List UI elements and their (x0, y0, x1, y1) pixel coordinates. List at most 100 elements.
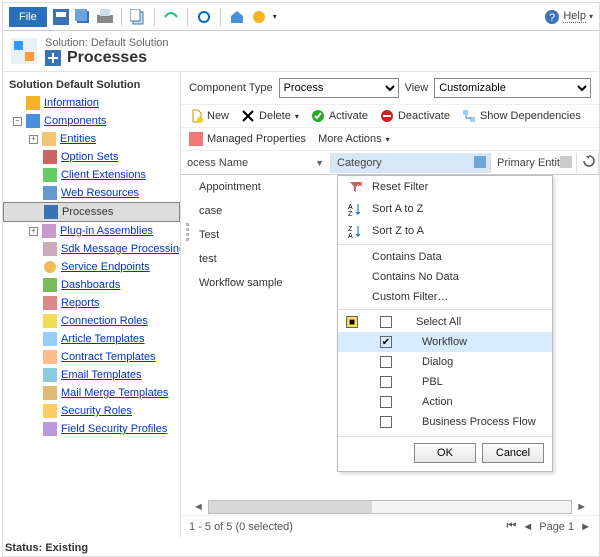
scroll-left-button[interactable]: ◄ (189, 501, 208, 513)
tree-security-roles[interactable]: Security Roles (3, 402, 180, 420)
filter-active-icon (474, 156, 486, 168)
filter-opt-bpf[interactable]: Business Process Flow (338, 412, 552, 432)
save-icon[interactable] (53, 9, 69, 25)
svg-text:A: A (348, 204, 353, 211)
svg-text:?: ? (549, 12, 555, 24)
status-bar: Status: Existing (5, 542, 88, 554)
page-title: Processes (67, 49, 147, 67)
refresh-icon[interactable] (196, 9, 212, 25)
next-page-button[interactable]: ► (580, 521, 591, 533)
sort-az-icon: AZ (348, 202, 362, 216)
checkbox[interactable] (380, 416, 392, 428)
divider (121, 8, 122, 26)
tree-information[interactable]: Information (3, 94, 180, 112)
print-icon[interactable] (97, 9, 113, 25)
first-page-button[interactable]: ⏮ (506, 520, 516, 533)
filter-ok-button[interactable]: OK (414, 443, 476, 463)
checkbox[interactable] (380, 356, 392, 368)
activate-icon (311, 109, 325, 123)
tree-dashboards[interactable]: Dashboards (3, 276, 180, 294)
page-indicator: Page 1 (539, 521, 574, 533)
file-menu[interactable]: File (9, 7, 47, 27)
filter-opt-pbl[interactable]: PBL (338, 372, 552, 392)
category-filter-menu: Reset Filter AZSort A to Z ZASort Z to A… (337, 175, 553, 472)
filter-contains-no-data[interactable]: Contains No Data (338, 267, 552, 287)
filter-opt-action[interactable]: Action (338, 392, 552, 412)
delete-button[interactable]: Delete▾ (241, 109, 299, 123)
tree-article-templates[interactable]: Article Templates (3, 330, 180, 348)
activate-button[interactable]: Activate (311, 109, 368, 123)
show-dependencies-button[interactable]: Show Dependencies (462, 109, 581, 123)
filter-reset[interactable]: Reset Filter (338, 176, 552, 198)
col-process-name[interactable]: ocess Name▼ (181, 153, 331, 173)
checkbox[interactable] (380, 396, 392, 408)
scroll-right-button[interactable]: ► (572, 501, 591, 513)
tree-components[interactable]: Components (3, 112, 180, 130)
save-all-icon[interactable] (75, 9, 91, 25)
filter-opt-workflow[interactable]: ✔Workflow (338, 332, 552, 352)
tree-connection-roles[interactable]: Connection Roles (3, 312, 180, 330)
undo-icon[interactable] (163, 9, 179, 25)
sort-za-icon: ZA (348, 224, 362, 238)
processes-icon (45, 50, 61, 66)
component-type-label: Component Type (189, 82, 273, 94)
svg-text:Z: Z (348, 226, 353, 233)
divider (154, 8, 155, 26)
svg-text:A: A (348, 233, 353, 238)
solution-subtitle: Solution: Default Solution (45, 37, 169, 49)
tree-web-resources[interactable]: Web Resources (3, 184, 180, 202)
checkbox-indeterminate-icon: ■ (346, 316, 358, 328)
tree-field-security-profiles[interactable]: Field Security Profiles (3, 420, 180, 438)
checkbox[interactable] (380, 376, 392, 388)
filter-cancel-button[interactable]: Cancel (482, 443, 544, 463)
tree-sdk-message[interactable]: Sdk Message Processing S… (3, 240, 180, 258)
col-category[interactable]: Category (331, 153, 491, 173)
filter-opt-dialog[interactable]: Dialog (338, 352, 552, 372)
home-icon[interactable] (229, 9, 245, 25)
tree-option-sets[interactable]: Option Sets (3, 148, 180, 166)
tree-client-extensions[interactable]: Client Extensions (3, 166, 180, 184)
tree-processes[interactable]: Processes (3, 202, 180, 222)
tree-email-templates[interactable]: Email Templates (3, 366, 180, 384)
tree-reports[interactable]: Reports (3, 294, 180, 312)
help-menu[interactable]: ? Help ▾ (544, 9, 593, 25)
checkbox[interactable]: ✔ (380, 336, 392, 348)
properties-icon (189, 132, 203, 146)
solution-icon (11, 38, 37, 67)
deactivate-button[interactable]: Deactivate (380, 109, 450, 123)
dependencies-icon (462, 109, 476, 123)
checkbox[interactable] (380, 316, 392, 328)
reset-filter-icon (348, 180, 362, 194)
record-summary: 1 - 5 of 5 (0 selected) (189, 521, 293, 533)
more-actions-button[interactable]: More Actions ▾ (318, 133, 390, 145)
new-button[interactable]: New (189, 109, 229, 123)
refresh-icon (583, 155, 595, 167)
help-icon: ? (544, 9, 560, 25)
filter-icon (560, 156, 572, 168)
actions-icon[interactable] (251, 9, 267, 25)
divider (220, 8, 221, 26)
view-select[interactable]: Customizable (434, 78, 591, 98)
tree-service-endpoints[interactable]: Service Endpoints (3, 258, 180, 276)
filter-contains-data[interactable]: Contains Data (338, 244, 552, 267)
col-primary-entity[interactable]: Primary Entit (491, 153, 577, 173)
delete-icon (241, 109, 255, 123)
filter-custom[interactable]: Custom Filter… (338, 287, 552, 307)
deactivate-icon (380, 109, 394, 123)
filter-sort-az[interactable]: AZSort A to Z (338, 198, 552, 220)
component-type-select[interactable]: Process (279, 78, 399, 98)
tree-entities[interactable]: Entities (3, 130, 180, 148)
managed-properties-button[interactable]: Managed Properties (189, 132, 306, 146)
view-label: View (405, 82, 429, 94)
divider (187, 8, 188, 26)
new-icon (189, 109, 203, 123)
horizontal-scrollbar[interactable] (208, 500, 572, 514)
filter-sort-za[interactable]: ZASort Z to A (338, 220, 552, 242)
prev-page-button[interactable]: ◄ (522, 521, 533, 533)
filter-select-all[interactable]: ■Select All (338, 309, 552, 332)
refresh-grid-button[interactable] (577, 151, 599, 174)
tree-mail-merge-templates[interactable]: Mail Merge Templates (3, 384, 180, 402)
tree-plugin-assemblies[interactable]: Plug-in Assemblies (3, 222, 180, 240)
tree-contract-templates[interactable]: Contract Templates (3, 348, 180, 366)
copy-icon[interactable] (130, 9, 146, 25)
